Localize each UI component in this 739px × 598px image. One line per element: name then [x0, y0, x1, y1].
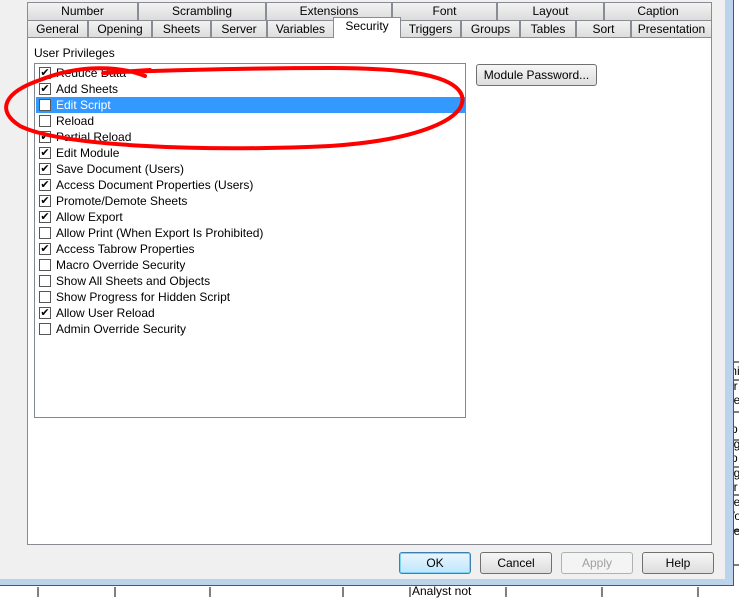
privilege-label: Allow Print (When Export Is Prohibited) [56, 226, 264, 240]
tab-opening[interactable]: Opening [88, 20, 152, 38]
tab-number[interactable]: Number [27, 2, 138, 20]
privilege-item[interactable]: ✔ Promote/Demote Sheets [36, 193, 465, 209]
tab-presentation[interactable]: Presentation [631, 20, 712, 38]
privilege-checkbox[interactable] [39, 275, 51, 287]
user-privileges-list[interactable]: ✔ Reduce Data ✔ Add Sheets Edit Script Reload… [34, 63, 466, 418]
privilege-label: Allow Export [56, 210, 123, 224]
privilege-item[interactable]: Allow Print (When Export Is Prohibited) [36, 225, 465, 241]
privilege-item[interactable]: Admin Override Security [36, 321, 465, 337]
privilege-item[interactable]: Show Progress for Hidden Script [36, 289, 465, 305]
checkmark-icon: ✔ [40, 83, 50, 95]
privilege-checkbox[interactable]: ✔ [39, 195, 51, 207]
module-password-button[interactable]: Module Password... [476, 64, 597, 86]
privilege-label: Access Tabrow Properties [56, 242, 195, 256]
privilege-item[interactable]: ✔ Edit Module [36, 145, 465, 161]
tab-groups[interactable]: Groups [461, 20, 520, 38]
privilege-label: Show Progress for Hidden Script [56, 290, 231, 304]
privilege-item[interactable]: ✔ Allow User Reload [36, 305, 465, 321]
tab-variables[interactable]: Variables [267, 20, 334, 38]
tab-caption[interactable]: Caption [604, 2, 712, 20]
privilege-item[interactable]: ✔ Add Sheets [36, 81, 465, 97]
privilege-label: Add Sheets [56, 82, 119, 96]
privilege-checkbox[interactable]: ✔ [39, 179, 51, 191]
privilege-item[interactable]: Edit Script [36, 97, 465, 113]
privilege-checkbox[interactable] [39, 323, 51, 335]
help-button[interactable]: Help [642, 552, 714, 574]
privilege-item[interactable]: Reload [36, 113, 465, 129]
privilege-label: Show All Sheets and Objects [56, 274, 211, 288]
privilege-checkbox[interactable] [39, 291, 51, 303]
checkmark-icon: ✔ [40, 211, 50, 223]
background-text: Analyst not [412, 584, 472, 598]
tab-triggers[interactable]: Triggers [400, 20, 461, 38]
tab-scrambling[interactable]: Scrambling [138, 2, 266, 20]
ok-button[interactable]: OK [399, 552, 471, 574]
privilege-item[interactable]: Macro Override Security [36, 257, 465, 273]
checkmark-icon: ✔ [40, 243, 50, 255]
privilege-item[interactable]: ✔ Partial Reload [36, 129, 465, 145]
privilege-label: Save Document (Users) [56, 162, 185, 176]
privilege-checkbox[interactable]: ✔ [39, 147, 51, 159]
privilege-item[interactable]: Show All Sheets and Objects [36, 273, 465, 289]
privilege-checkbox[interactable]: ✔ [39, 131, 51, 143]
privilege-checkbox[interactable]: ✔ [39, 243, 51, 255]
privilege-label: Admin Override Security [56, 322, 187, 336]
privilege-checkbox[interactable] [39, 99, 51, 111]
checkmark-icon: ✔ [40, 195, 50, 207]
tab-general[interactable]: General [27, 20, 88, 38]
privilege-label: Edit Module [56, 146, 120, 160]
checkmark-icon: ✔ [40, 179, 50, 191]
privilege-label: Access Document Properties (Users) [56, 178, 254, 192]
privilege-item[interactable]: ✔ Save Document (Users) [36, 161, 465, 177]
checkmark-icon: ✔ [40, 307, 50, 319]
tab-sheets[interactable]: Sheets [152, 20, 211, 38]
tab-server[interactable]: Server [211, 20, 267, 38]
privilege-item[interactable]: ✔ Reduce Data [36, 65, 465, 81]
apply-button: Apply [561, 552, 633, 574]
tab-sort[interactable]: Sort [576, 20, 631, 38]
privilege-checkbox[interactable]: ✔ [39, 163, 51, 175]
privilege-checkbox[interactable]: ✔ [39, 211, 51, 223]
privilege-checkbox[interactable]: ✔ [39, 307, 51, 319]
privilege-label: Partial Reload [56, 130, 132, 144]
privilege-item[interactable]: ✔ Allow Export [36, 209, 465, 225]
privilege-label: Macro Override Security [56, 258, 186, 272]
privilege-checkbox[interactable] [39, 115, 51, 127]
checkmark-icon: ✔ [40, 147, 50, 159]
tab-security[interactable]: Security [333, 17, 401, 38]
tab-layout[interactable]: Layout [497, 2, 604, 20]
cancel-button[interactable]: Cancel [480, 552, 552, 574]
checkmark-icon: ✔ [40, 163, 50, 175]
privilege-label: Promote/Demote Sheets [56, 194, 188, 208]
tab-tables[interactable]: Tables [520, 20, 576, 38]
privilege-checkbox[interactable] [39, 259, 51, 271]
privilege-checkbox[interactable]: ✔ [39, 67, 51, 79]
privilege-label: Reduce Data [56, 66, 127, 80]
checkmark-icon: ✔ [40, 67, 50, 79]
user-privileges-label: User Privileges [34, 46, 115, 60]
privilege-label: Allow User Reload [56, 306, 155, 320]
privilege-checkbox[interactable] [39, 227, 51, 239]
privilege-checkbox[interactable]: ✔ [39, 83, 51, 95]
privilege-item[interactable]: ✔ Access Tabrow Properties [36, 241, 465, 257]
tab-font[interactable]: Font [392, 2, 497, 20]
checkmark-icon: ✔ [40, 131, 50, 143]
privilege-label: Reload [56, 114, 95, 128]
privilege-item[interactable]: ✔ Access Document Properties (Users) [36, 177, 465, 193]
privilege-label: Edit Script [56, 98, 111, 112]
